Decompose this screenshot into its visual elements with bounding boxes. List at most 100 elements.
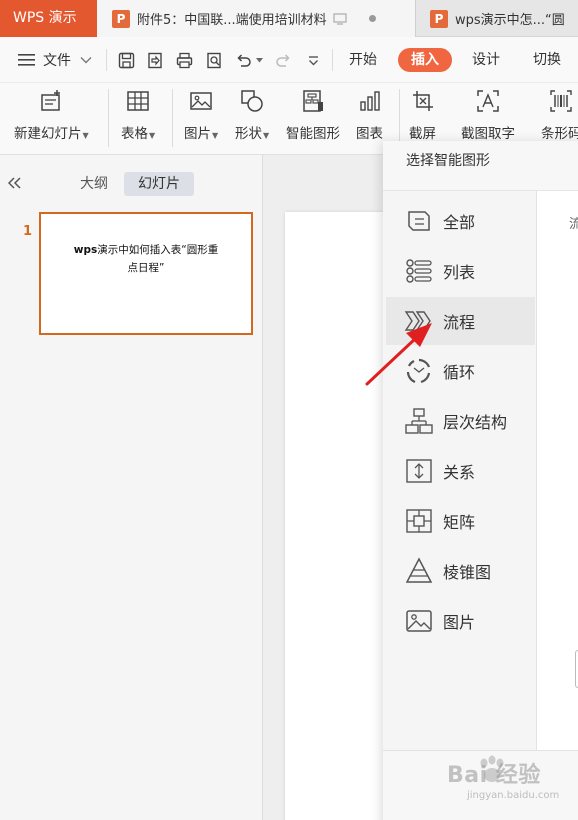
category-pyramid[interactable]: 棱锥图 xyxy=(386,547,535,595)
export-icon xyxy=(147,52,162,68)
tab-close-dot[interactable] xyxy=(368,15,376,22)
file-menu-button[interactable]: 文件 xyxy=(18,37,92,83)
document-tab-1[interactable]: P 附件5：中国联...端使用培训材料 xyxy=(97,0,415,37)
chart-button[interactable]: 图表 xyxy=(356,89,383,142)
chart-icon xyxy=(359,91,380,111)
pyramid-icon xyxy=(405,557,433,583)
new-slide-label: 新建幻灯片 xyxy=(14,126,82,142)
printer-icon xyxy=(176,52,192,68)
undo-icon xyxy=(236,53,251,67)
undo-button[interactable] xyxy=(233,50,253,70)
smart-graphic-dialog: 选择智能图形 全部 列表 流程 循环 层次结构 关系 矩阵 棱锥图 图片 流 xyxy=(383,141,578,820)
customize-toolbar-button[interactable] xyxy=(303,50,323,70)
print-preview-button[interactable] xyxy=(204,50,224,70)
smart-graphic-label: 智能图形 xyxy=(286,126,340,142)
double-chevron-left-icon xyxy=(7,177,21,189)
category-process[interactable]: 流程 xyxy=(386,297,535,345)
hierarchy-icon xyxy=(405,408,433,434)
document-tab-2[interactable]: P wps演示中怎...“圆 xyxy=(415,0,578,37)
tab-home[interactable]: 开始 xyxy=(340,48,386,72)
shapes-label: 形状 xyxy=(235,126,262,142)
ocr-icon xyxy=(477,90,499,112)
category-picture[interactable]: 图片 xyxy=(386,597,535,645)
divider xyxy=(108,89,109,147)
category-all-label: 全部 xyxy=(443,213,476,232)
save-button[interactable] xyxy=(116,50,136,70)
tab-design[interactable]: 设计 xyxy=(463,48,509,72)
slide-title-rest: 演示中如何插入表“圆形重点日程” xyxy=(97,244,219,274)
dropdown-caret-icon: ▼ xyxy=(149,131,156,140)
category-all[interactable]: 全部 xyxy=(386,197,535,245)
new-slide-icon xyxy=(41,90,61,111)
category-relationship[interactable]: 关系 xyxy=(386,447,535,495)
app-tab[interactable]: WPS 演示 xyxy=(0,0,97,37)
divider xyxy=(106,49,107,71)
cycle-icon xyxy=(406,358,431,384)
category-matrix[interactable]: 矩阵 xyxy=(386,497,535,545)
chart-label: 图表 xyxy=(356,126,383,142)
process-icon xyxy=(404,311,431,331)
category-hierarchy[interactable]: 层次结构 xyxy=(386,397,535,445)
category-list: 全部 列表 流程 循环 层次结构 关系 矩阵 棱锥图 图片 xyxy=(383,191,537,750)
category-process-label: 流程 xyxy=(443,313,476,332)
slide-panel: 大纲 幻灯片 1 wps演示中如何插入表“圆形重点日程” xyxy=(0,155,263,820)
category-list-label: 列表 xyxy=(443,263,476,282)
picture-button[interactable]: 图片▼ xyxy=(184,89,218,142)
save-icon xyxy=(118,52,134,68)
picture-icon xyxy=(406,610,432,632)
category-picture-label: 图片 xyxy=(443,613,476,632)
tab-outline[interactable]: 大纲 xyxy=(72,172,116,196)
tab-insert[interactable]: 插入 xyxy=(398,48,452,72)
smart-graphic-button[interactable]: 智能图形 xyxy=(286,89,340,142)
table-button[interactable]: 表格▼ xyxy=(121,89,155,142)
dropdown-caret-icon: ▼ xyxy=(82,131,89,140)
undo-dropdown-icon[interactable] xyxy=(256,58,263,63)
document-tab-1-label: 附件5：中国联...端使用培训材料 xyxy=(137,13,327,28)
redo-icon xyxy=(275,53,290,67)
category-list-item[interactable]: 列表 xyxy=(386,247,535,295)
menu-bar: 文件 开始 插入 设计 切换 xyxy=(0,37,578,83)
shapes-icon xyxy=(241,90,263,112)
screenshot-icon xyxy=(412,91,433,111)
dropdown-caret-icon: ▼ xyxy=(263,131,270,140)
category-matrix-label: 矩阵 xyxy=(443,513,476,532)
tab-slides[interactable]: 幻灯片 xyxy=(124,172,194,196)
matrix-icon xyxy=(406,509,432,533)
dialog-footer xyxy=(383,750,578,820)
chevron-down-icon xyxy=(80,57,92,64)
ocr-button[interactable]: 截图取字 xyxy=(461,89,515,142)
dropdown-caret-icon: ▼ xyxy=(212,131,219,140)
redo-button[interactable] xyxy=(273,50,293,70)
collapse-panel-button[interactable] xyxy=(7,173,22,194)
tab-transition[interactable]: 切换 xyxy=(524,48,570,72)
picture-label: 图片 xyxy=(184,126,211,142)
shapes-button[interactable]: 形状▼ xyxy=(235,89,269,142)
ocr-label: 截图取字 xyxy=(461,126,515,142)
presentation-file-icon: P xyxy=(112,9,130,28)
hamburger-icon xyxy=(18,54,35,66)
barcode-icon xyxy=(550,90,572,112)
divider xyxy=(332,49,333,71)
file-menu-label: 文件 xyxy=(43,53,71,69)
dialog-title: 选择智能图形 xyxy=(406,153,490,169)
export-pdf-button[interactable] xyxy=(145,50,165,70)
print-button[interactable] xyxy=(174,50,194,70)
slide-thumbnail-title: wps演示中如何插入表“圆形重点日程” xyxy=(71,241,221,333)
category-cycle-label: 循环 xyxy=(443,363,476,382)
table-label: 表格 xyxy=(121,126,148,142)
category-cycle[interactable]: 循环 xyxy=(386,347,535,395)
divider xyxy=(172,89,173,147)
new-slide-button[interactable]: 新建幻灯片▼ xyxy=(14,89,89,142)
print-preview-icon xyxy=(206,52,221,68)
category-relationship-label: 关系 xyxy=(443,463,476,482)
document-tab-2-label: wps演示中怎...“圆 xyxy=(455,13,565,28)
title-tab-bar: WPS 演示 P 附件5：中国联...端使用培训材料 P wps演示中怎...“… xyxy=(0,0,578,37)
barcode-button[interactable]: 条形码 xyxy=(541,89,578,142)
all-icon xyxy=(408,211,430,231)
screenshot-button[interactable]: 截屏 xyxy=(409,89,436,142)
slide-number: 1 xyxy=(23,224,33,239)
barcode-label: 条形码 xyxy=(541,126,578,142)
slide-thumbnail[interactable]: wps演示中如何插入表“圆形重点日程” xyxy=(39,212,253,335)
dialog-title-bar: 选择智能图形 xyxy=(383,141,578,191)
smart-graphic-icon xyxy=(303,90,323,112)
